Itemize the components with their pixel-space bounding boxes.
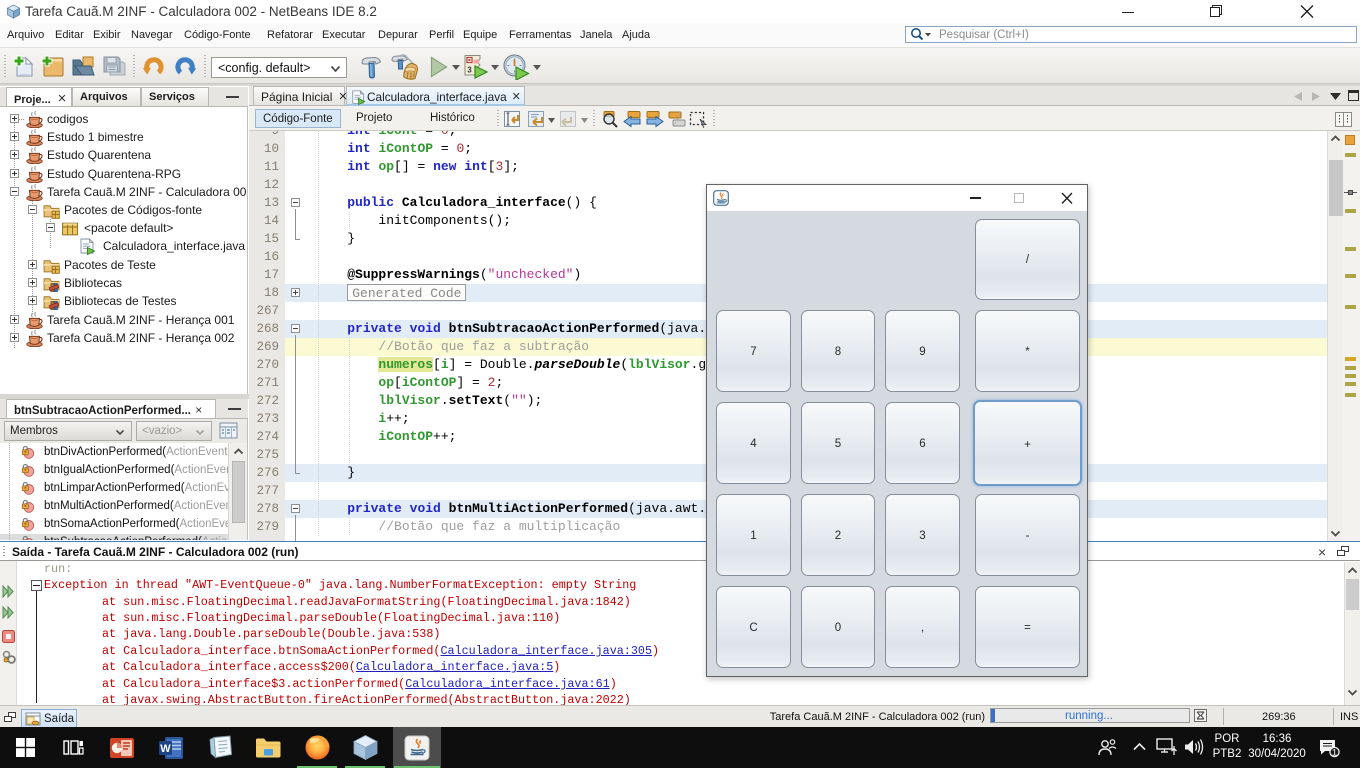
svg-text:1: 1 — [1332, 748, 1337, 758]
svg-text:W: W — [160, 743, 171, 755]
svg-text:3: 3 — [467, 66, 472, 75]
